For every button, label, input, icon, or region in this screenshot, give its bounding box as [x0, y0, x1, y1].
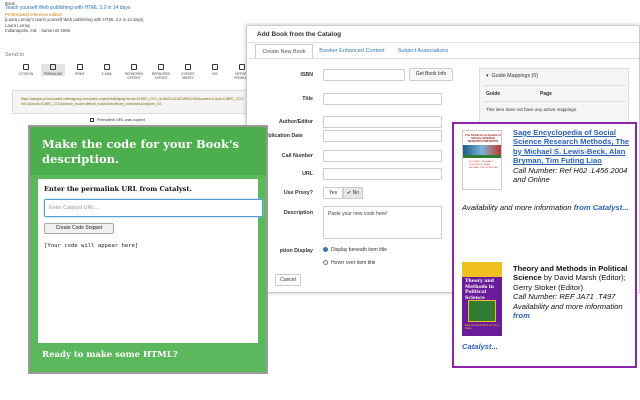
page-column-header: Page: [540, 91, 552, 97]
book1-cover-title: The SAGE Encyclopedia of SOCIAL SCIENCE R…: [465, 133, 501, 144]
publication-date-input[interactable]: [323, 130, 442, 142]
permalink-prompt: Enter the permalink URL from Catalyst.: [44, 185, 192, 193]
radio-empty-icon[interactable]: [323, 260, 328, 266]
dialog-divider: [247, 42, 639, 43]
author-input[interactable]: [323, 116, 442, 128]
catalyst-url-input[interactable]: Enter Catalyst URL...: [44, 199, 263, 217]
refworks-export-action-2[interactable]: REFWORKS EXPORT: [149, 64, 173, 80]
book1-details: Sage Encyclopedia of Social Science Rese…: [513, 128, 635, 184]
checkbox-icon: [90, 117, 94, 122]
book2-cover-band: [462, 262, 502, 277]
ris-action[interactable]: RIS: [203, 64, 227, 76]
code-output: [Your code will appear here]: [44, 243, 139, 249]
permalink-copied-status: Permalink URL was copied: [90, 117, 145, 122]
guide-mappings-toggle[interactable]: ▾ Guide Mappings (0): [486, 73, 538, 79]
quote-icon: [23, 64, 29, 70]
refworks-icon: [158, 64, 164, 70]
citation-action[interactable]: CITATION: [14, 64, 38, 76]
book2-availability-text: Availability and more information: [513, 301, 623, 311]
print-icon: [77, 64, 83, 70]
book1-cover-band: [463, 145, 501, 155]
radio-beneath-title[interactable]: Display beneath item title: [323, 247, 387, 253]
email-action[interactable]: E-MAIL: [95, 64, 119, 76]
book1-catalyst-link[interactable]: from Catalyst...: [574, 203, 629, 212]
book1-cover-stripe: [463, 155, 501, 158]
description-textarea[interactable]: Paste your new code here!: [323, 206, 442, 239]
tab-subject-associations[interactable]: Subject Associations: [391, 44, 455, 58]
permalink-url-continued[interactable]: led=1&docid=01BRC_CCO&search_scope=defau…: [21, 102, 265, 106]
book1-cover-authors: VOLUME 1 / MICHAEL S. LEWIS-BECK / ALAN …: [469, 161, 499, 169]
bibtex-icon: [185, 64, 191, 70]
record-publisher: Indianapolis, Ind. : Sams.net 1996: [5, 28, 70, 34]
book2-cover-editors: Edited by David Marsh and Gerry Stoker: [465, 325, 499, 330]
book2-cover-title: Theory and Methods in Political Science: [465, 279, 495, 301]
book1-call-number: Call Number: Ref H62 .L456 2004 and Onli…: [513, 165, 628, 185]
title-label: Title: [302, 96, 313, 102]
chevron-down-icon: ▾: [486, 73, 489, 79]
panel-divider: [484, 101, 626, 102]
send-to-label: Send to: [5, 52, 24, 58]
book2-cover-image[interactable]: Theory and Methods in Political Science …: [462, 262, 502, 336]
dialog-title: Add Book from the Catalog: [257, 31, 342, 38]
send-to-actions: CITATION PERMALINK PRINT E-MAIL REFWORKS…: [14, 64, 264, 80]
radio-selected-icon[interactable]: [323, 247, 328, 253]
url-input[interactable]: [323, 168, 442, 180]
print-action[interactable]: PRINT: [68, 64, 92, 76]
description-text: Paste your new code here!: [328, 211, 388, 217]
mappings-empty-message: This item does not have any active mappi…: [486, 107, 578, 112]
guide-column-header: Guide: [486, 91, 501, 97]
book1-title-link[interactable]: Sage Encyclopedia of Social Science Rese…: [513, 128, 629, 165]
title-input[interactable]: [323, 93, 442, 105]
tabs-divider: [247, 58, 639, 59]
create-code-snippet-button[interactable]: Create Code Snippet: [44, 223, 114, 234]
record-details: Book Teach yourself Web publishing with …: [5, 1, 143, 33]
mail-icon: [104, 64, 110, 70]
proxy-yes-button[interactable]: Yes: [323, 187, 343, 199]
code-generator-title: Make the code for your Book's descriptio…: [42, 137, 239, 166]
book-results-box: The SAGE Encyclopedia of SOCIAL SCIENCE R…: [452, 122, 637, 368]
isbn-label: ISBN: [300, 72, 313, 78]
code-generator-footer: Ready to make some HTML?: [42, 350, 178, 360]
catalyst-record-page: Book Teach yourself Web publishing with …: [0, 0, 270, 140]
radio-hover-title[interactable]: Hover over item title: [323, 260, 375, 266]
publication-date-label: ublication Date: [265, 133, 303, 139]
bibtex-export-action[interactable]: EXPORT BIBTEX: [176, 64, 200, 80]
refworks-export-action[interactable]: REFWORKS EXPORT: [122, 64, 146, 80]
book2-catalyst-link[interactable]: Catalyst...: [462, 342, 498, 351]
cancel-button[interactable]: Cancel: [275, 274, 301, 286]
guide-mappings-panel: ▾ Guide Mappings (0) Guide Page This item…: [479, 68, 629, 130]
catalyst-url-placeholder: Enter Catalyst URL...: [49, 205, 99, 211]
refworks-icon: [131, 64, 137, 70]
book1-availability-text: Availability and more information: [462, 203, 572, 212]
tab-bowker-enhanced-content[interactable]: Bowker Enhanced Content: [317, 44, 387, 58]
call-number-input[interactable]: [323, 150, 442, 162]
book2-cover-art: [468, 300, 496, 322]
book2-call-number: Call Number: REF JA71 .T497: [513, 292, 616, 302]
book2-from-link[interactable]: from: [513, 311, 530, 320]
link-icon: [50, 64, 56, 70]
isbn-input[interactable]: [323, 69, 405, 81]
book2-details: Theory and Methods in Political Science …: [513, 264, 635, 320]
warning-icon: [239, 64, 245, 70]
code-generator-body: Enter the permalink URL from Catalyst. E…: [38, 179, 263, 343]
code-generator-header: Make the code for your Book's descriptio…: [30, 127, 266, 175]
permalink-action[interactable]: PERMALINK: [41, 64, 65, 76]
permalink-url[interactable]: https://catalyst-primo.hosted.exlibrisgr…: [21, 97, 265, 101]
book1-cover-image[interactable]: The SAGE Encyclopedia of SOCIAL SCIENCE R…: [462, 130, 502, 190]
proxy-no-button[interactable]: ✔ No: [343, 187, 363, 199]
panel-divider: [484, 85, 626, 86]
tab-create-new-book[interactable]: Create New Book: [255, 44, 313, 58]
get-book-info-button[interactable]: Get Book Info: [409, 68, 453, 81]
record-alt-title: [Laura Lemay's teach yourself Web publis…: [5, 17, 144, 23]
code-generator-window: Make the code for your Book's descriptio…: [28, 125, 268, 374]
permalink-box[interactable]: https://catalyst-primo.hosted.exlibrisgr…: [12, 90, 270, 114]
book1-availability: Availability and more information from C…: [462, 203, 632, 212]
book2-catalyst-row: Catalyst...: [462, 342, 632, 351]
ris-icon: [212, 64, 218, 70]
